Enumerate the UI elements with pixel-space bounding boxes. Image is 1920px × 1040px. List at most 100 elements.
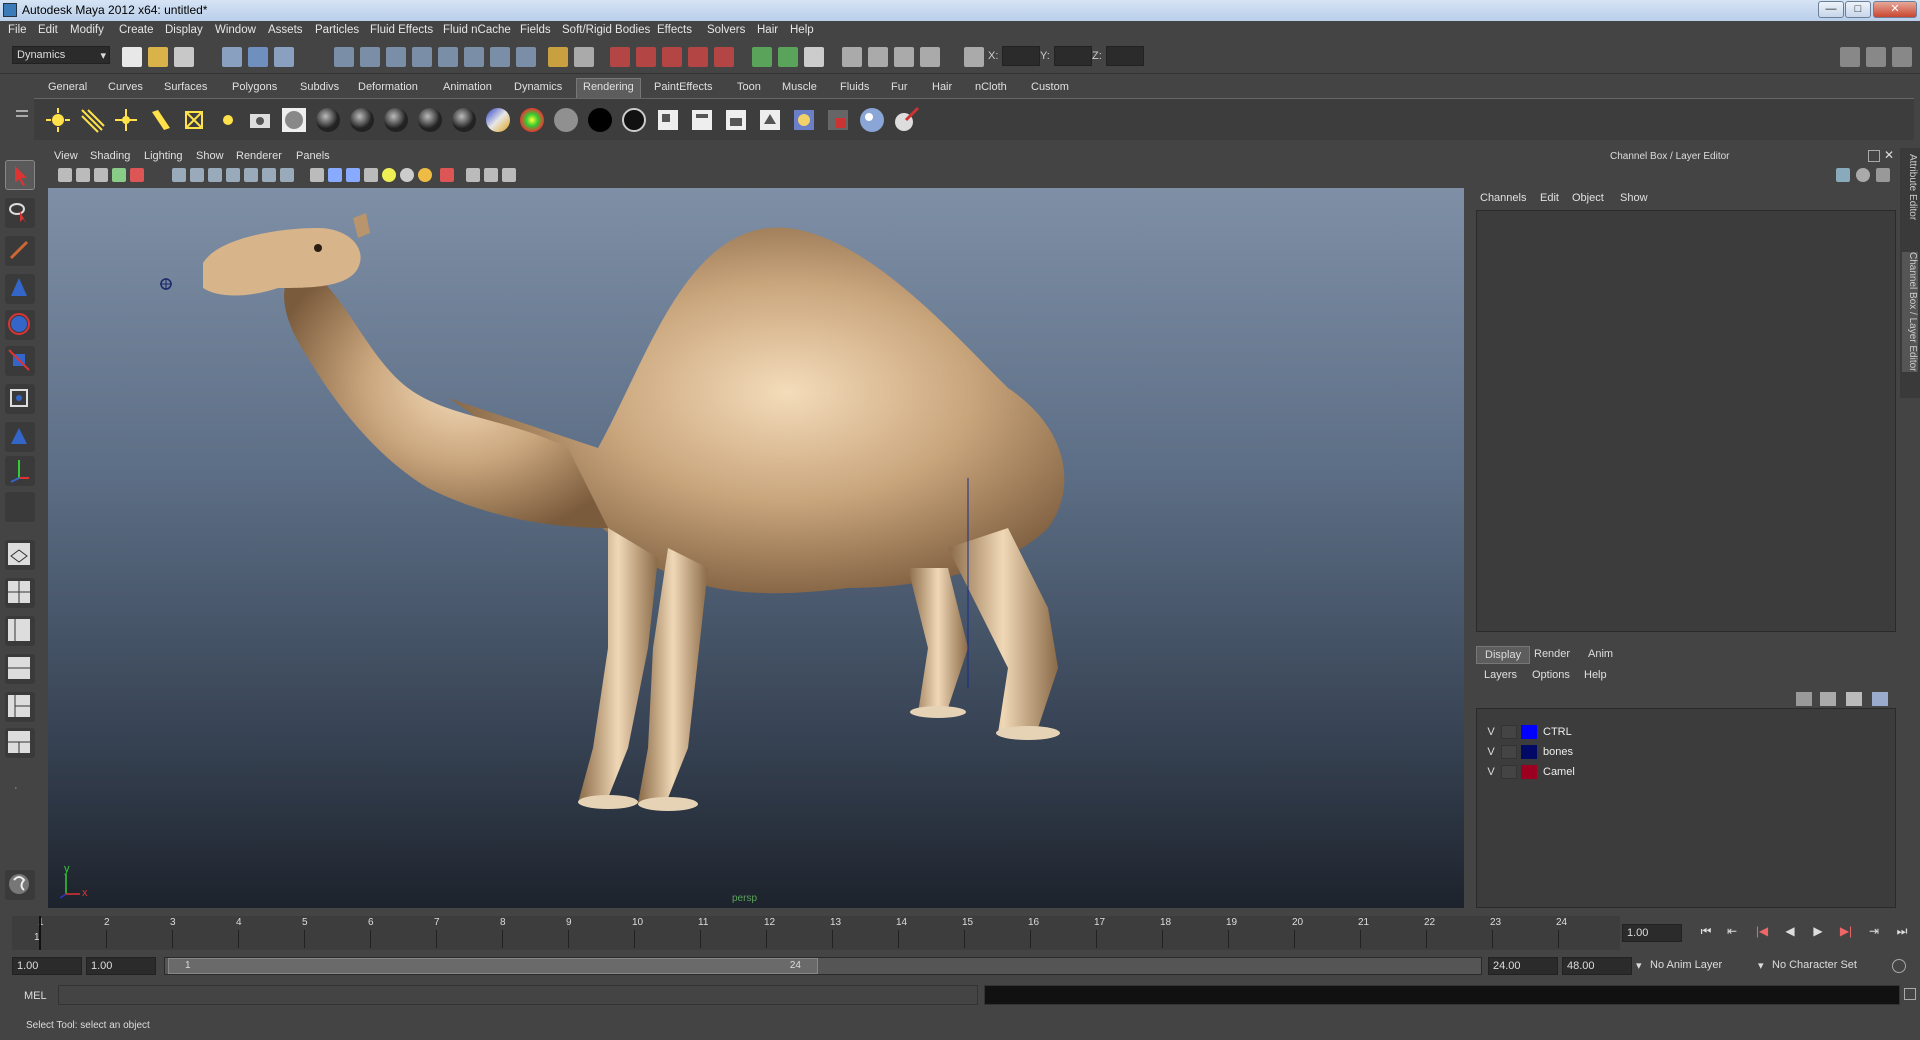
move-tool-icon[interactable] [5, 274, 35, 304]
new-scene-icon[interactable] [122, 47, 142, 67]
xray-icon[interactable] [466, 168, 480, 182]
cb-menu-edit[interactable]: Edit [1540, 192, 1559, 204]
render-current-icon[interactable] [752, 47, 772, 67]
shelf-tab-muscle[interactable]: Muscle [776, 80, 823, 94]
textured-icon[interactable] [364, 168, 378, 182]
new-layer-icon[interactable] [1796, 692, 1812, 706]
outliner-icon[interactable] [894, 47, 914, 67]
snap-point-icon[interactable] [386, 47, 406, 67]
menu-set-dropdown[interactable]: Dynamics ▾ [12, 46, 110, 64]
cb-menu-show[interactable]: Show [1620, 192, 1648, 204]
step-back-key-button[interactable]: ⇤ [1722, 924, 1742, 942]
volume-light-icon[interactable] [214, 106, 242, 134]
menu-soft-rigid-bodies[interactable]: Soft/Rigid Bodies [562, 24, 650, 36]
anim-layer-dropdown[interactable]: ▾ No Anim Layer [1636, 957, 1754, 975]
snap-live-icon[interactable] [490, 47, 510, 67]
layer-playback-toggle[interactable] [1501, 745, 1517, 759]
rotate-tool-icon[interactable] [5, 310, 35, 340]
menu-effects[interactable]: Effects [657, 24, 692, 36]
layer-playback-toggle[interactable] [1501, 725, 1517, 739]
layer-visibility-toggle[interactable]: V [1483, 724, 1499, 740]
wireframe-on-shaded-icon[interactable] [346, 168, 360, 182]
single-perspective-layout-icon[interactable] [5, 540, 35, 570]
select-tool-icon[interactable] [5, 160, 35, 190]
grid-icon[interactable] [190, 168, 204, 182]
move-layer-up-icon[interactable] [1846, 692, 1862, 706]
anisotropic-material-icon[interactable] [450, 106, 478, 134]
field-chart-icon[interactable] [262, 168, 276, 182]
shelf-tab-deformation[interactable]: Deformation [352, 80, 424, 94]
animation-start-field[interactable]: 1.00 [12, 957, 82, 975]
selection-mask-icon[interactable] [574, 47, 594, 67]
question-icon[interactable] [516, 47, 536, 67]
range-knob[interactable]: 1 24 [168, 958, 818, 974]
mental-ray-icon[interactable] [858, 106, 886, 134]
current-time-field[interactable]: 1.00 [1622, 924, 1682, 942]
viewport-menu-view[interactable]: View [54, 150, 78, 162]
cb-menu-channels[interactable]: Channels [1480, 192, 1526, 204]
menu-help[interactable]: Help [790, 24, 814, 36]
channel-box-list[interactable] [1476, 210, 1896, 632]
layer-playback-toggle[interactable] [1501, 765, 1517, 779]
show-manipulator-icon[interactable] [5, 456, 35, 486]
menu-particles[interactable]: Particles [315, 24, 359, 36]
magnet-icon[interactable] [688, 47, 708, 67]
cb-menu-object[interactable]: Object [1572, 192, 1604, 204]
layer-row[interactable]: V Camel [1483, 764, 1883, 782]
snap-curve-icon[interactable] [360, 47, 380, 67]
perspective-viewport[interactable] [48, 188, 1464, 908]
menu-hair[interactable]: Hair [757, 24, 778, 36]
graph-editor-icon[interactable] [868, 47, 888, 67]
maximize-button[interactable]: □ [1845, 1, 1871, 18]
save-scene-icon[interactable] [174, 47, 194, 67]
use-background-icon[interactable] [586, 106, 614, 134]
shelf-tab-general[interactable]: General [42, 80, 93, 94]
menu-file[interactable]: File [8, 24, 27, 36]
move-layer-down-icon[interactable] [1872, 692, 1888, 706]
shelf-tab-curves[interactable]: Curves [102, 80, 149, 94]
key-icon[interactable] [1892, 959, 1906, 973]
surface-shader-icon[interactable] [552, 106, 580, 134]
resolution-gate-icon[interactable] [226, 168, 240, 182]
menu-fields[interactable]: Fields [520, 24, 551, 36]
viewport-menu-lighting[interactable]: Lighting [144, 150, 183, 162]
persp-graph-hypergraph-layout-icon[interactable] [5, 728, 35, 758]
menu-fluid-effects[interactable]: Fluid Effects [370, 24, 433, 36]
layer-tab-display[interactable]: Display [1476, 646, 1531, 664]
safe-title-icon[interactable] [280, 168, 294, 182]
snap-view-icon[interactable] [464, 47, 484, 67]
menu-solvers[interactable]: Solvers [707, 24, 745, 36]
select-hierarchy-icon[interactable] [222, 47, 242, 67]
side-tab-attribute-editor[interactable]: Attribute Editor [1902, 154, 1918, 220]
manipulator-tool-icon[interactable] [5, 384, 35, 414]
channel-box-mode-icon[interactable] [1836, 168, 1850, 182]
step-forward-frame-button[interactable]: ▶| [1836, 924, 1856, 942]
minimize-button[interactable]: — [1818, 1, 1844, 18]
blinn-material-icon[interactable] [348, 106, 376, 134]
layer-visibility-toggle[interactable]: V [1483, 764, 1499, 780]
z-field[interactable] [1106, 46, 1144, 66]
bookmark-icon[interactable] [94, 168, 108, 182]
layer-tab-anim[interactable]: Anim [1580, 646, 1621, 664]
camera-icon[interactable] [246, 106, 274, 134]
shelf-tab-toon[interactable]: Toon [731, 80, 767, 94]
spot-light-icon[interactable] [146, 106, 174, 134]
script-editor-icon[interactable] [5, 870, 35, 900]
ipr-render-icon[interactable] [778, 47, 798, 67]
shelf-menu-handle[interactable] [14, 80, 30, 136]
select-camera-icon[interactable] [58, 168, 72, 182]
current-time-indicator[interactable] [39, 916, 41, 950]
layer-row[interactable]: V CTRL [1483, 724, 1883, 742]
menu-create[interactable]: Create [119, 24, 154, 36]
all-lights-icon[interactable] [400, 168, 414, 182]
layer-row[interactable]: V bones [1483, 744, 1883, 762]
hypershade-shelf-icon[interactable] [790, 106, 818, 134]
go-to-end-button[interactable]: ⏭ [1892, 924, 1912, 942]
viewport-menu-renderer[interactable]: Renderer [236, 150, 282, 162]
shelf-tab-dynamics[interactable]: Dynamics [508, 80, 568, 94]
render-frame-icon[interactable] [654, 106, 682, 134]
layer-tab-render[interactable]: Render [1526, 646, 1578, 664]
shelf-tab-custom[interactable]: Custom [1025, 80, 1075, 94]
shelf-tab-rendering[interactable]: Rendering [576, 78, 641, 98]
layer-menu-help[interactable]: Help [1584, 669, 1607, 681]
